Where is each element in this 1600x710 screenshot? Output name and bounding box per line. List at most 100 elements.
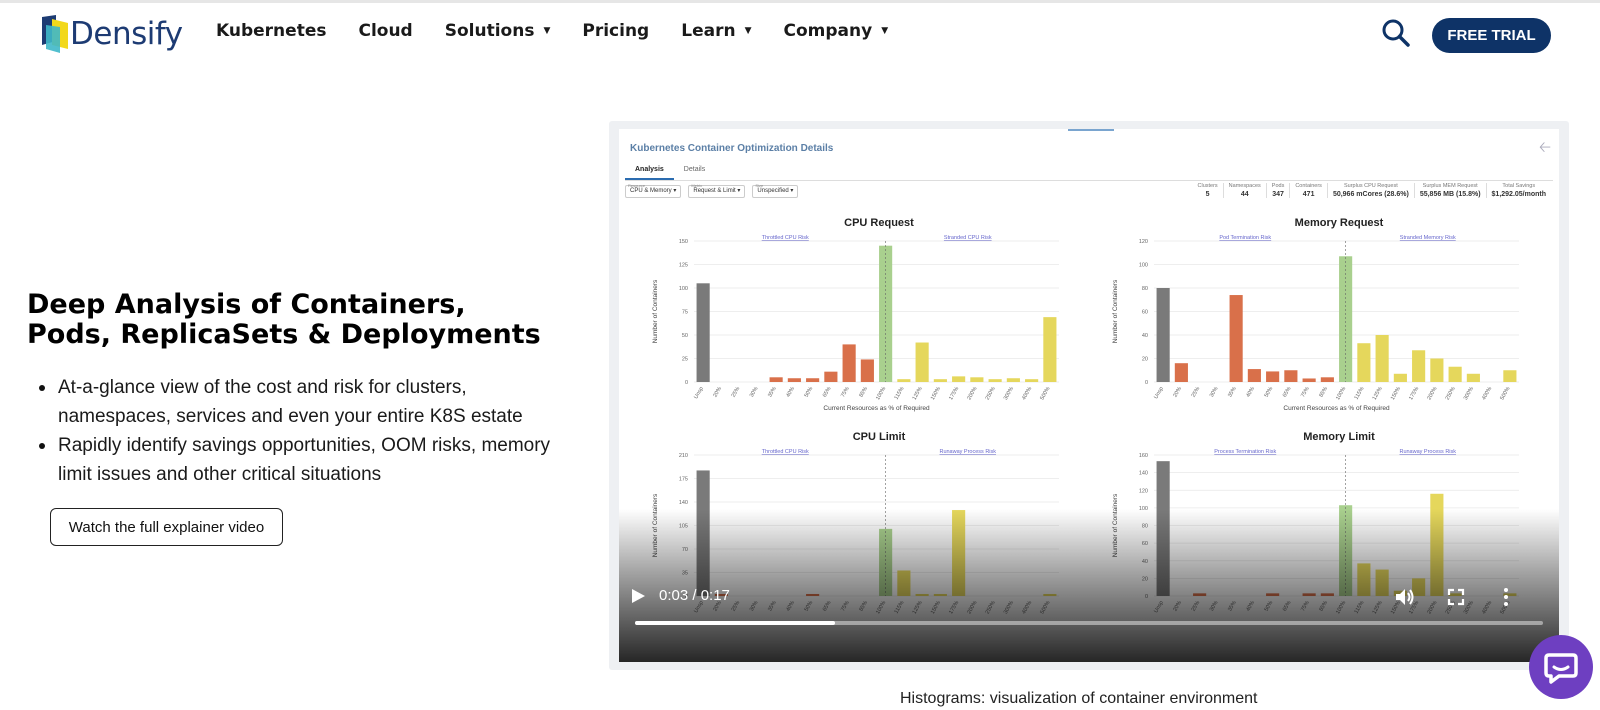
chat-widget-button[interactable] [1529, 635, 1593, 699]
stat-label: Pods [1271, 183, 1285, 189]
site-header: Densify Kubernetes Cloud Solutions ▼ Pricing… [0, 3, 1600, 65]
more-vert-icon[interactable] [1495, 586, 1517, 608]
video-caption: Histograms: visualization of container e… [900, 690, 1258, 707]
tab-details: Details [683, 166, 706, 173]
histogram-bar [842, 344, 856, 382]
y-tick-label: 100 [1139, 506, 1148, 512]
fullscreen-icon[interactable] [1445, 586, 1467, 608]
histogram-bar [1229, 295, 1243, 382]
tab-analysis: Analysis [625, 163, 674, 180]
histogram-bar [1156, 288, 1170, 382]
x-tick-label: 175% [948, 386, 960, 401]
free-trial-button[interactable]: FREE TRIAL [1432, 18, 1551, 53]
play-icon[interactable] [629, 587, 647, 605]
histogram-bar [1247, 369, 1261, 382]
histogram-bar [1412, 350, 1426, 382]
x-tick-label: 150% [930, 386, 942, 401]
chart-risk-link: Runaway Process Risk [939, 449, 996, 455]
x-tick-label: 200% [966, 386, 978, 401]
x-tick-label: 20% [712, 386, 723, 399]
y-tick-label: 25 [682, 357, 688, 363]
x-tick-label: Unsp [693, 386, 705, 400]
histogram-bar [696, 283, 710, 382]
x-tick-label: 150% [1390, 386, 1402, 401]
nav-item-learn[interactable]: Learn ▼ [681, 21, 751, 41]
y-tick-label: 70 [682, 547, 688, 553]
y-tick-label: 140 [679, 500, 688, 506]
x-tick-label: 500% [1039, 386, 1051, 401]
x-tick-label: 300% [1463, 386, 1475, 401]
stat-cell: Surplus MEM Request 55,856 MB (15.8%) [1413, 183, 1486, 198]
x-axis-label: Current Resources as % of Required [823, 405, 930, 412]
x-tick-label: 250% [985, 386, 997, 401]
histogram-bar [915, 342, 929, 382]
y-tick-label: 160 [1139, 453, 1148, 459]
histogram-bar [1006, 378, 1020, 382]
stat-value: 50,966 mCores (28.6%) [1332, 191, 1409, 198]
y-axis-label: Number of Containers [1112, 493, 1119, 557]
x-tick-label: 75% [840, 386, 851, 399]
histogram-bar [1320, 377, 1334, 382]
y-tick-label: 80 [1142, 286, 1148, 292]
stat-label: Namespaces [1228, 183, 1261, 189]
filter-caret-icon: ▾ [735, 188, 741, 194]
x-tick-label: 20% [1172, 386, 1183, 399]
x-tick-label: 125% [1372, 386, 1384, 401]
caret-down-icon: ▼ [744, 26, 752, 36]
x-tick-label: 400% [1021, 386, 1033, 401]
time-display: 0:03 / 0:17 [659, 587, 730, 604]
video-progress-bar[interactable] [635, 621, 1543, 625]
feature-list: At-a-glance view of the cost and risk fo… [35, 373, 555, 489]
feature-item: Rapidly identify savings opportunities, … [35, 431, 555, 489]
histogram-bar [933, 379, 947, 382]
stat-value: 55,856 MB (15.8%) [1419, 191, 1481, 198]
main-nav: Kubernetes Cloud Solutions ▼ Pricing Learn ▼ Co… [216, 21, 920, 41]
dashboard-stats: Clusters 5 Namespaces 44 Pods 347 Containers 47… [1193, 183, 1552, 198]
watch-video-button[interactable]: Watch the full explainer video [50, 508, 283, 546]
stat-cell: Namespaces 44 [1222, 183, 1266, 198]
nav-item-solutions[interactable]: Solutions ▼ [445, 21, 551, 41]
stat-value: 471 [1302, 191, 1315, 198]
brand-logo[interactable]: Densify [42, 15, 183, 53]
chart-risk-link: Runaway Process Risk [1399, 449, 1456, 455]
y-tick-label: 0 [685, 380, 688, 386]
search-icon[interactable] [1381, 18, 1411, 48]
histogram-bar [1448, 366, 1462, 382]
dashboard-title: Kubernetes Container Optimization Detail… [630, 143, 834, 154]
stat-label: Containers [1295, 183, 1322, 189]
nav-item-kubernetes[interactable]: Kubernetes [216, 21, 326, 41]
nav-item-pricing[interactable]: Pricing [582, 21, 649, 41]
x-tick-label: 400% [1481, 386, 1493, 401]
chat-icon [1544, 653, 1578, 684]
filter-caret-icon: ▾ [788, 188, 794, 194]
x-tick-label: 65% [1282, 386, 1293, 399]
x-tick-label: 75% [1300, 386, 1311, 399]
stat-label: Surplus MEM Request [1422, 183, 1478, 189]
stat-cell: Clusters 5 [1193, 183, 1223, 198]
filter-dropdown: Resource CPU & Memory ▾ [625, 183, 682, 198]
histogram-bar [1503, 370, 1517, 382]
y-axis-label: Number of Containers [652, 279, 659, 343]
histogram-bar [1375, 335, 1389, 382]
stat-cell: Pods 347 [1265, 183, 1290, 198]
stat-label: Clusters [1197, 183, 1218, 189]
stat-cell: Surplus CPU Request 50,966 mCores (28.6%) [1326, 183, 1414, 198]
nav-item-company[interactable]: Company ▼ [783, 21, 888, 41]
y-tick-label: 140 [1139, 471, 1148, 477]
histogram-bar [860, 359, 874, 382]
stat-value: 347 [1272, 191, 1284, 198]
nav-item-cloud[interactable]: Cloud [358, 21, 412, 41]
stat-label: Total Savings [1502, 183, 1536, 189]
y-tick-label: 40 [1142, 559, 1148, 565]
x-tick-label: 40% [785, 386, 796, 399]
x-axis-label: Current Resources as % of Required [1283, 405, 1390, 412]
video-player[interactable]: Kubernetes Container Optimization Detail… [619, 129, 1559, 662]
x-tick-label: 115% [894, 386, 906, 401]
volume-icon[interactable] [1394, 586, 1416, 608]
filter-label: Resource [628, 183, 646, 188]
y-tick-label: 75 [682, 310, 688, 316]
nav-item-label: Kubernetes [216, 21, 327, 41]
y-tick-label: 35 [682, 571, 688, 577]
chart-risk-link: Stranded Memory Risk [1400, 235, 1456, 241]
x-tick-label: 85% [858, 386, 869, 399]
